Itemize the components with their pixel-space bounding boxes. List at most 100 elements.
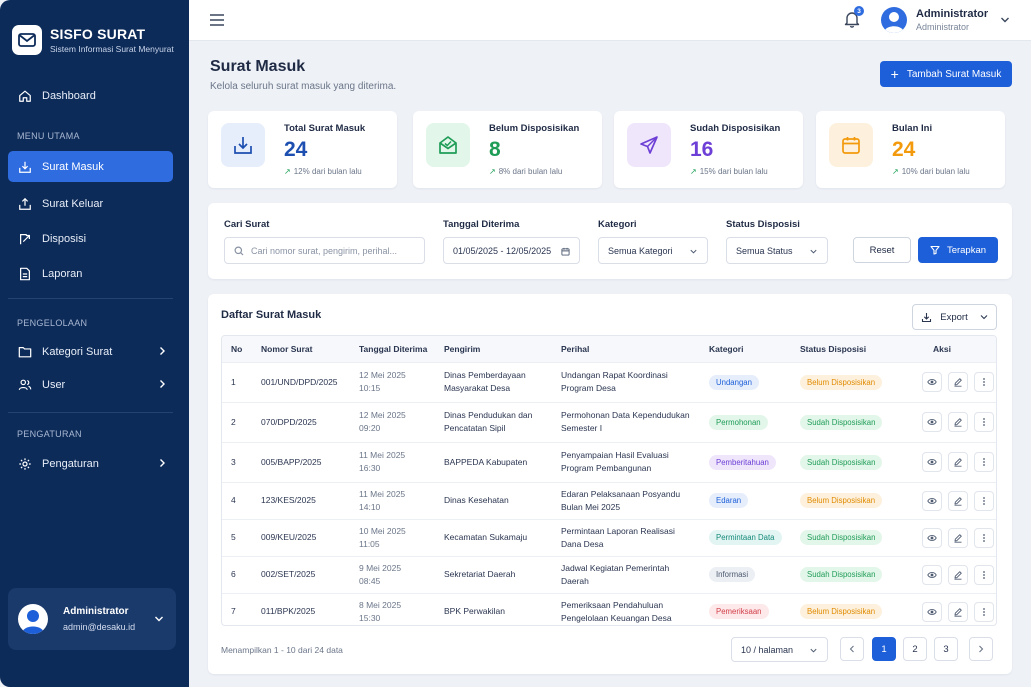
status-select-value: Semua Status bbox=[736, 245, 793, 256]
notification-badge: 3 bbox=[854, 6, 864, 16]
user-card-email: admin@desaku.id bbox=[63, 622, 136, 632]
sidebar-item-pengaturan[interactable]: Pengaturan bbox=[8, 448, 173, 479]
eye-icon bbox=[927, 457, 937, 467]
table-row[interactable]: 5 009/KEU/2025 10 Mei 2025 11:05 Kecamatan S… bbox=[222, 518, 996, 556]
more-button[interactable] bbox=[974, 601, 994, 622]
eye-icon bbox=[927, 417, 937, 427]
cell-tanggal: 11 Mei 2025 16:30 bbox=[350, 441, 435, 482]
sidebar-item-surat-keluar[interactable]: Surat Keluar bbox=[8, 188, 173, 219]
edit-button[interactable] bbox=[948, 601, 968, 622]
status-label: Status Disposisi bbox=[726, 219, 800, 230]
chevron-down-icon[interactable] bbox=[1000, 16, 1010, 24]
cell-time: 16:30 bbox=[359, 463, 381, 473]
cell-time: 08:45 bbox=[359, 575, 381, 586]
sidebar-user-card[interactable]: Administrator admin@desaku.id bbox=[8, 588, 176, 650]
topbar: 3 Administrator Administrator bbox=[189, 0, 1031, 41]
brand: SISFO SURAT Sistem Informasi Surat Menyu… bbox=[0, 0, 189, 60]
cell-perihal-line: Semester I bbox=[561, 423, 603, 433]
column-header-nomor: Nomor Surat bbox=[261, 343, 313, 354]
more-button[interactable] bbox=[974, 490, 994, 511]
page-button-3[interactable]: 3 bbox=[934, 637, 958, 661]
cell-no: 4 bbox=[222, 481, 252, 519]
edit-button[interactable] bbox=[948, 372, 968, 392]
stat-label: Total Surat Masuk bbox=[284, 123, 366, 134]
cell-pengirim-line: Pencatatan Sipil bbox=[444, 423, 506, 433]
view-button[interactable] bbox=[922, 527, 942, 548]
category-select[interactable]: Semua Kategori bbox=[598, 237, 708, 264]
view-button[interactable] bbox=[922, 372, 942, 392]
cell-no: 6 bbox=[222, 555, 252, 593]
download-icon bbox=[922, 312, 932, 322]
table-row[interactable]: 6 002/SET/2025 9 Mei 2025 08:45 Sekretariat … bbox=[222, 555, 996, 593]
view-button[interactable] bbox=[922, 601, 942, 622]
cell-date: 8 Mei 2025 bbox=[359, 599, 402, 610]
topbar-user-name[interactable]: Administrator bbox=[916, 8, 988, 20]
edit-button[interactable] bbox=[948, 564, 968, 585]
next-page-button[interactable] bbox=[969, 637, 993, 661]
table-row[interactable]: 3 005/BAPP/2025 11 Mei 2025 16:30 BAPPEDA Ka… bbox=[222, 441, 996, 482]
cell-pengirim: BPK Perwakilan bbox=[435, 592, 552, 625]
section-label-manage: PENGELOLAAN bbox=[17, 318, 88, 328]
stat-trend-text: 8% dari bulan lalu bbox=[498, 167, 563, 176]
cell-date: 12 Mei 2025 bbox=[359, 370, 406, 380]
cell-aksi bbox=[913, 441, 996, 482]
page-button-1[interactable]: 1 bbox=[872, 637, 896, 661]
prev-page-button[interactable] bbox=[840, 637, 864, 661]
status-select[interactable]: Semua Status bbox=[726, 237, 828, 264]
export-button[interactable]: Export bbox=[912, 304, 997, 330]
cell-tanggal: 12 Mei 2025 09:20 bbox=[350, 401, 435, 442]
sidebar-item-laporan[interactable]: Laporan bbox=[8, 258, 173, 289]
cell-aksi bbox=[913, 361, 996, 402]
sidebar-item-surat-masuk[interactable]: Surat Masuk bbox=[8, 151, 173, 182]
view-button[interactable] bbox=[922, 452, 942, 472]
apply-filter-button[interactable]: Terapkan bbox=[918, 237, 998, 263]
cell-kategori: Permintaan Data bbox=[700, 518, 791, 556]
edit-button[interactable] bbox=[948, 490, 968, 511]
sidebar-item-kategori-surat[interactable]: Kategori Surat bbox=[8, 336, 173, 367]
edit-button[interactable] bbox=[948, 452, 968, 472]
page-button-2[interactable]: 2 bbox=[903, 637, 927, 661]
trend-up-icon: ↗ bbox=[892, 167, 899, 176]
date-range-value: 01/05/2025 - 12/05/2025 bbox=[453, 245, 552, 256]
surat-masuk-table: No Nomor Surat Tanggal Diterima Pengirim… bbox=[221, 335, 997, 626]
more-button[interactable] bbox=[974, 564, 994, 585]
edit-button[interactable] bbox=[948, 412, 968, 432]
sidebar-item-user[interactable]: User bbox=[8, 369, 173, 400]
per-page-select[interactable]: 10 / halaman bbox=[731, 637, 828, 662]
stat-trend-text: 12% dari bulan lalu bbox=[293, 167, 362, 176]
more-button[interactable] bbox=[974, 372, 994, 392]
sidebar-item-disposisi[interactable]: Disposisi bbox=[8, 223, 173, 254]
sidebar-item-dashboard[interactable]: Dashboard bbox=[8, 80, 173, 111]
search-label: Cari Surat bbox=[224, 219, 270, 230]
view-button[interactable] bbox=[922, 490, 942, 511]
search-field[interactable] bbox=[224, 237, 425, 264]
table-row[interactable]: 1 001/UND/DPD/2025 12 Mei 2025 10:15 Dinas P… bbox=[222, 361, 996, 402]
edit-button[interactable] bbox=[948, 527, 968, 548]
sidebar-item-label: Dashboard bbox=[42, 89, 96, 102]
sidebar-item-label: Disposisi bbox=[42, 232, 87, 245]
view-button[interactable] bbox=[922, 564, 942, 585]
column-header-status: Status Disposisi bbox=[800, 343, 867, 354]
stat-trend-text: 15% dari bulan lalu bbox=[699, 167, 768, 176]
stat-trend: ↗ 15% dari bulan lalu bbox=[690, 167, 768, 176]
menu-icon[interactable] bbox=[209, 13, 225, 27]
search-input[interactable] bbox=[251, 245, 411, 256]
more-button[interactable] bbox=[974, 452, 994, 472]
stat-label: Sudah Disposisikan bbox=[690, 123, 781, 134]
avatar[interactable] bbox=[881, 7, 907, 33]
table-row[interactable]: 7 011/BPK/2025 8 Mei 2025 15:30 BPK Perwakil… bbox=[222, 592, 996, 625]
cell-aksi bbox=[913, 401, 996, 442]
add-surat-masuk-button[interactable]: + Tambah Surat Masuk bbox=[880, 61, 1012, 87]
table-row[interactable]: 2 070/DPD/2025 12 Mei 2025 09:20 Dinas Pendu… bbox=[222, 401, 996, 442]
cell-perihal: Permintaan Laporan Realisasi Dana Desa bbox=[552, 518, 700, 556]
view-button[interactable] bbox=[922, 412, 942, 432]
reset-button[interactable]: Reset bbox=[853, 237, 911, 263]
chevron-right-icon bbox=[160, 380, 165, 388]
date-range-field[interactable]: 01/05/2025 - 12/05/2025 bbox=[443, 237, 580, 264]
stat-card-bulan-ini: Bulan Ini 24 ↗ 10% dari bulan lalu bbox=[816, 111, 1005, 188]
table-row[interactable]: 4 123/KES/2025 11 Mei 2025 14:10 Dinas Keseh… bbox=[222, 481, 996, 519]
cell-status: Belum Disposisikan bbox=[791, 592, 913, 625]
category-badge: Undangan bbox=[709, 374, 759, 390]
more-button[interactable] bbox=[974, 527, 994, 548]
more-button[interactable] bbox=[974, 412, 994, 432]
